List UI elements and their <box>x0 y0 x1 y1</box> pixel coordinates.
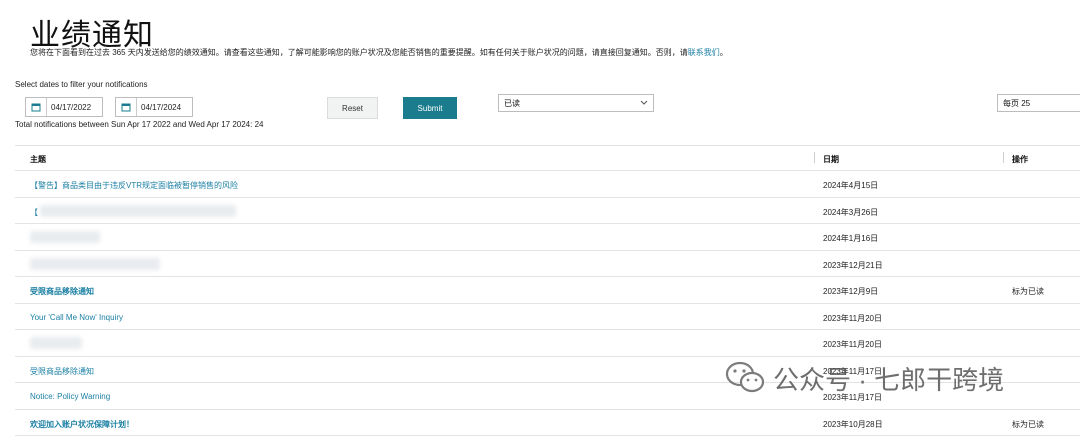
end-date-value: 04/17/2024 <box>137 103 181 112</box>
start-date-value: 04/17/2022 <box>47 103 91 112</box>
chevron-down-icon <box>640 100 648 106</box>
read-status-select[interactable]: 已读 <box>498 94 654 112</box>
description-end: 。 <box>720 48 728 57</box>
table-row: 受限商品移除通知 2023年12月9日 标为已读 <box>15 277 1080 304</box>
column-header-subject[interactable]: 主题 <box>30 154 46 165</box>
redacted-text <box>30 231 100 243</box>
notification-date: 2024年3月26日 <box>823 207 878 218</box>
column-divider <box>1003 152 1004 163</box>
notification-date: 2023年11月20日 <box>823 313 882 324</box>
notification-subject-link[interactable]: 欢迎加入账户状况保障计划！ <box>30 419 134 430</box>
filter-label: Select dates to filter your notification… <box>15 80 148 89</box>
calendar-icon[interactable] <box>116 98 137 116</box>
redacted-text <box>40 205 236 217</box>
watermark: 公众号 · 七郎干跨境 <box>725 358 1004 398</box>
start-date-field[interactable]: 04/17/2022 <box>25 97 103 117</box>
calendar-icon[interactable] <box>26 98 47 116</box>
table-row: 2023年12月21日 <box>15 251 1080 278</box>
submit-button[interactable]: Submit <box>403 97 457 119</box>
notification-date: 2024年4月15日 <box>823 180 878 191</box>
notification-subject-link[interactable]: 受限商品移除通知 <box>30 286 94 297</box>
column-header-action: 操作 <box>1012 154 1028 165</box>
table-row: 欢迎加入账户状况保障计划！ 2023年10月28日 标为已读 <box>15 410 1080 436</box>
watermark-text: 公众号 · 七郎干跨境 <box>773 360 1004 397</box>
column-divider <box>814 152 815 163</box>
mark-as-read-button[interactable]: 标为已读 <box>1012 419 1044 430</box>
end-date-field[interactable]: 04/17/2024 <box>115 97 193 117</box>
reset-button[interactable]: Reset <box>327 97 378 119</box>
notification-date: 2023年12月21日 <box>823 260 883 271</box>
notification-subject-link[interactable]: 受限商品移除通知 <box>30 366 94 377</box>
notification-subject-link[interactable]: 【警告】商品类目由于违反VTR规定面临被暂停销售的风险 <box>30 180 238 191</box>
notification-date: 2023年11月20日 <box>823 339 882 350</box>
notification-subject-link[interactable]: 【 <box>30 207 38 218</box>
table-row: 【警告】商品类目由于违反VTR规定面临被暂停销售的风险 2024年4月15日 <box>15 171 1080 198</box>
wechat-icon <box>725 360 765 396</box>
table-row: 2024年1月16日 <box>15 224 1080 251</box>
column-header-date[interactable]: 日期 <box>823 154 839 165</box>
table-row: Your 'Call Me Now' Inquiry 2023年11月20日 <box>15 304 1080 331</box>
table-header: 主题 日期 操作 <box>15 145 1080 171</box>
redacted-text <box>30 337 82 349</box>
table-row: 【 2024年3月26日 <box>15 198 1080 225</box>
notification-date: 2024年1月16日 <box>823 233 878 244</box>
notification-date: 2023年12月9日 <box>823 286 878 297</box>
notification-subject-link[interactable]: Your 'Call Me Now' Inquiry <box>30 313 123 322</box>
table-row: 2023年11月20日 <box>15 330 1080 357</box>
notification-subject-link[interactable]: Notice: Policy Warning <box>30 392 110 401</box>
read-status-value: 已读 <box>504 98 520 109</box>
contact-us-link[interactable]: 联系我们 <box>688 48 720 57</box>
total-count: Total notifications between Sun Apr 17 2… <box>15 120 263 129</box>
per-page-value: 每页 25 <box>1003 98 1030 109</box>
redacted-text <box>30 258 160 270</box>
mark-as-read-button[interactable]: 标为已读 <box>1012 286 1044 297</box>
page-description: 您将在下面看到在过去 365 天内发送给您的绩效通知。请查看这些通知，了解可能影… <box>30 47 728 58</box>
description-text: 您将在下面看到在过去 365 天内发送给您的绩效通知。请查看这些通知，了解可能影… <box>30 48 688 57</box>
per-page-select[interactable]: 每页 25 <box>997 94 1080 112</box>
notification-date: 2023年10月28日 <box>823 419 883 430</box>
